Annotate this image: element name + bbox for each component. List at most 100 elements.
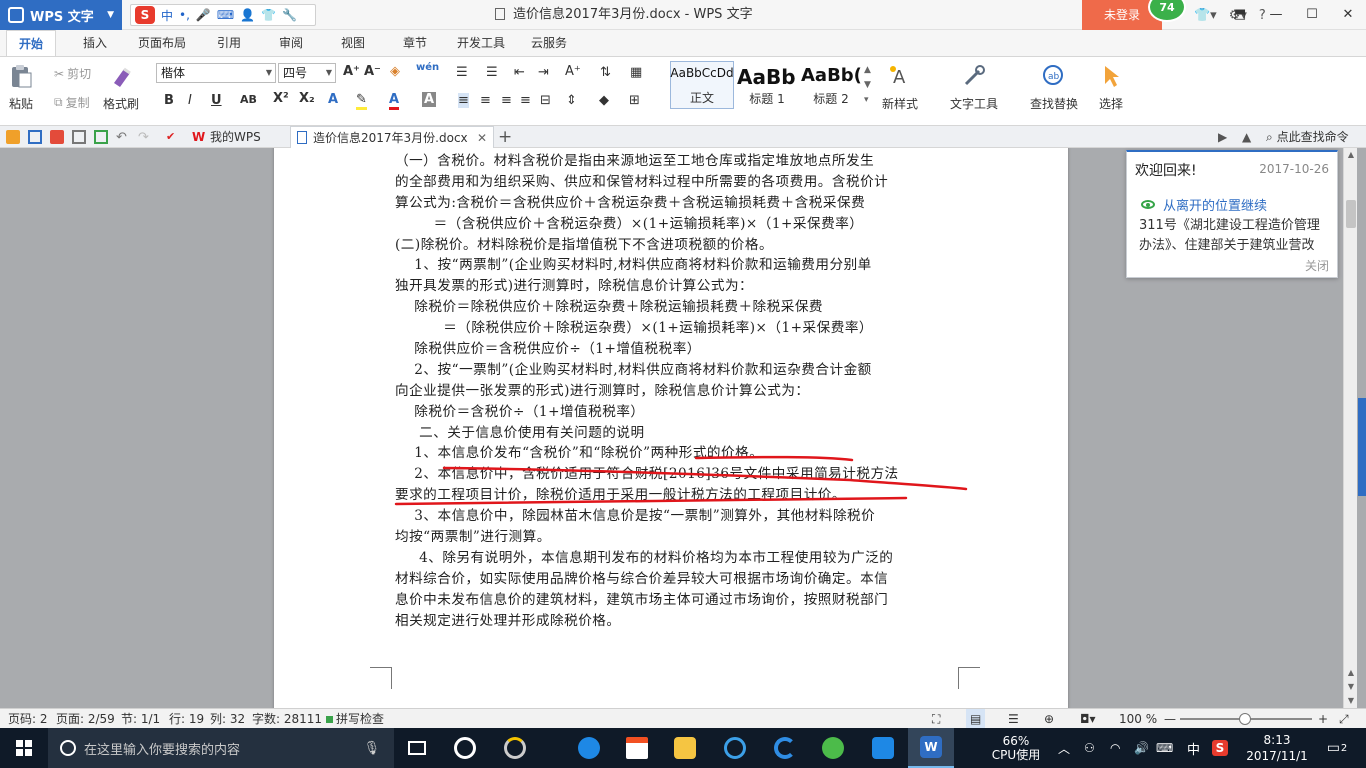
shrink-font-icon[interactable]: A⁻ — [364, 64, 381, 79]
scroll-up-icon[interactable]: ▲ — [1344, 150, 1358, 159]
underline-button[interactable]: U — [211, 93, 222, 108]
doc-line[interactable]: 除税价＝除税供应价＋除税运杂费＋除税运输损耗费＋除税采保费 — [395, 297, 965, 318]
command-search[interactable]: ⌕ 点此查找命令 — [1266, 126, 1349, 148]
doc-line[interactable]: 均按“两票制”进行测算。 — [395, 527, 965, 548]
doc-line[interactable]: 1、按“两票制”(企业购买材料时,材料供应商将材料价款和运输费用分别单 — [395, 255, 965, 276]
tab-chapter[interactable]: 章节 — [403, 30, 427, 56]
taskbar-search-box[interactable]: 在这里输入你要搜索的内容 🎙 — [48, 728, 394, 768]
bold-button[interactable]: B — [164, 93, 174, 108]
increase-indent-icon[interactable]: ⇥ — [538, 65, 549, 80]
text-effect-icon[interactable]: A — [328, 92, 338, 107]
restore-panel-icon[interactable]: ⬒ — [1222, 0, 1258, 30]
taskbar-app-explorer[interactable] — [662, 728, 708, 768]
doc-line[interactable]: 除税价＝含税价÷（1+增值税税率） — [395, 402, 965, 423]
copy-button[interactable]: ⧉ 复制 — [54, 94, 90, 111]
wifi-icon[interactable]: ◠ — [1110, 728, 1120, 768]
zoom-out-icon[interactable]: — — [1164, 709, 1176, 729]
doc-line[interactable]: 1、本信息价发布“含税价”和“除税价”两种形式的价格。 — [395, 443, 965, 464]
wrench-icon[interactable]: 🔧 — [282, 8, 297, 22]
status-page[interactable]: 页面: 2/59 — [56, 709, 115, 729]
char-shading-icon[interactable]: A — [422, 92, 437, 107]
style-normal[interactable]: AaBbCcDd 正文 — [670, 61, 734, 109]
doc-line[interactable]: 2、本信息价中，含税价适用于符合财税[2016]36号文件中采用简易计税方法 — [395, 464, 965, 485]
sogou-tray-icon[interactable]: S — [1212, 728, 1228, 768]
web-view-icon[interactable]: ⊕ — [1044, 709, 1054, 729]
taskbar-app-browser[interactable] — [762, 728, 808, 768]
resume-link[interactable]: 从离开的位置继续 — [1141, 195, 1267, 214]
style-gallery-scroll[interactable]: ▲ ▼ ▾ — [864, 63, 871, 108]
keyboard-layout-icon[interactable]: ⌨ — [1156, 728, 1173, 768]
doc-line[interactable]: 算公式为:含税价＝含税供应价＋含税运杂费＋含税运输损耗费＋含税采保费 — [395, 193, 965, 214]
tab-cloud[interactable]: 云服务 — [531, 30, 567, 56]
zoom-value[interactable]: 100 % — [1119, 709, 1157, 729]
grow-font-icon[interactable]: A⁺ — [343, 64, 360, 79]
tab-view[interactable]: 视图 — [341, 30, 365, 56]
skin-menu-icon[interactable]: 👕▾ — [1194, 8, 1217, 23]
tab-references[interactable]: 引用 — [217, 30, 241, 56]
tab-my-wps[interactable]: W 我的WPS — [188, 126, 284, 148]
taskbar-app-360[interactable] — [492, 728, 538, 768]
prev-page-icon[interactable]: ▲ — [1344, 668, 1358, 677]
input-language[interactable]: 中 — [1187, 728, 1200, 768]
align-left-button[interactable]: ≡ — [458, 93, 469, 108]
close-tab-icon[interactable]: ✕ — [477, 127, 487, 149]
skin-icon[interactable]: 👕 — [261, 8, 276, 22]
clear-format-icon[interactable]: ◈ — [390, 64, 400, 79]
side-panel-tab[interactable] — [1358, 398, 1366, 496]
doc-line[interactable]: 材料综合价，如实际使用品牌价格与综合价差异较大可根据市场询价确定。本信 — [395, 569, 965, 590]
select-button[interactable]: 选择 — [1098, 63, 1124, 112]
task-view-button[interactable] — [394, 728, 440, 768]
user-icon[interactable]: 👤 — [240, 8, 255, 22]
new-style-button[interactable]: A 新样式 — [882, 63, 918, 112]
status-page-code[interactable]: 页码: 2 — [8, 709, 48, 729]
superscript-button[interactable]: X² — [273, 91, 289, 106]
numbered-list-icon[interactable]: ☰ — [486, 65, 498, 80]
align-center-button[interactable]: ≡ — [480, 93, 491, 108]
protect-eye-icon[interactable]: ◘▾ — [1080, 709, 1096, 729]
highlight-icon[interactable]: ✎ — [356, 92, 367, 110]
doc-line[interactable]: 2、按“一票制”(企业购买材料时,材料供应商将材料价款和运杂费合计金额 — [395, 360, 965, 381]
font-size-select[interactable]: 四号 ▼ — [278, 63, 336, 83]
italic-button[interactable]: I — [188, 93, 192, 108]
taskbar-app-wps[interactable]: W — [908, 728, 954, 768]
save-icon[interactable] — [28, 130, 42, 144]
clock[interactable]: 8:13 2017/11/1 — [1244, 728, 1310, 768]
find-replace-button[interactable]: ab 查找替换 — [1030, 63, 1078, 112]
ime-punct[interactable]: •, — [179, 8, 190, 22]
style-heading-2[interactable]: AaBb( 标题 2 — [800, 61, 862, 109]
taskbar-app-pinwheel[interactable] — [442, 728, 488, 768]
people-icon[interactable]: ⚇ — [1084, 728, 1095, 768]
doc-line[interactable]: 息价中未发布信息价的建筑材料，建筑市场主体可通过市场询价，按照财税部门 — [395, 590, 965, 611]
format-painter-button[interactable]: 格式刷 — [103, 63, 139, 112]
doc-line[interactable]: (二)除税价。材料除税价是指增值税下不含进项税额的价格。 — [395, 235, 965, 256]
doc-line[interactable]: ＝（含税供应价＋含税运杂费）×(1+运输损耗率)×（1+采保费率） — [395, 214, 965, 235]
tab-developer[interactable]: 开发工具 — [457, 30, 505, 56]
tab-page-layout[interactable]: 页面布局 — [138, 30, 186, 56]
close-button[interactable]: ✕ — [1330, 0, 1366, 30]
doc-line[interactable]: ＝（除税供应价＋除税运杂费）×(1+运输损耗率)×（1+采保费率） — [395, 318, 965, 339]
doc-line[interactable]: 除税供应价＝含税供应价÷（1+增值税税率） — [395, 339, 965, 360]
doc-line[interactable]: 的全部费用和为组织采购、供应和保管材料过程中所需要的各项费用。含税价计 — [395, 172, 965, 193]
bullet-list-icon[interactable]: ☰ — [456, 65, 468, 80]
pinyin-guide-icon[interactable]: wén — [416, 62, 439, 73]
ime-toolbar[interactable]: S 中 •, 🎤 ⌨ 👤 👕 🔧 — [130, 4, 316, 26]
taskbar-app-store[interactable] — [614, 728, 660, 768]
cpu-usage-widget[interactable]: 66% CPU使用 — [988, 728, 1044, 768]
print-icon[interactable] — [72, 130, 86, 144]
keyboard-icon[interactable]: ⌨ — [217, 8, 234, 22]
next-page-icon[interactable]: ▼ — [1344, 682, 1358, 691]
justify-button[interactable]: ≡ — [520, 93, 531, 108]
paragraph-shading-icon[interactable]: ◆ — [599, 93, 609, 108]
start-button[interactable] — [0, 728, 48, 768]
customize-toolbar-icon[interactable]: ✔ — [166, 130, 180, 144]
tray-overflow-icon[interactable]: ︿ — [1058, 728, 1070, 768]
undo-icon[interactable]: ↶ — [116, 130, 130, 145]
app-menu-button[interactable]: WPS 文字 ▼ — [0, 0, 122, 30]
sort-icon[interactable]: ⇅ — [600, 65, 611, 80]
line-spacing-icon[interactable]: ⇕ — [566, 93, 577, 108]
zoom-in-icon[interactable]: + — [1318, 709, 1328, 729]
font-color-icon[interactable]: A — [389, 92, 400, 110]
cut-button[interactable]: ✂ 剪切 — [54, 65, 91, 82]
volume-icon[interactable]: 🔊 — [1134, 728, 1149, 768]
outline-view-icon[interactable]: ☰ — [1008, 709, 1019, 729]
